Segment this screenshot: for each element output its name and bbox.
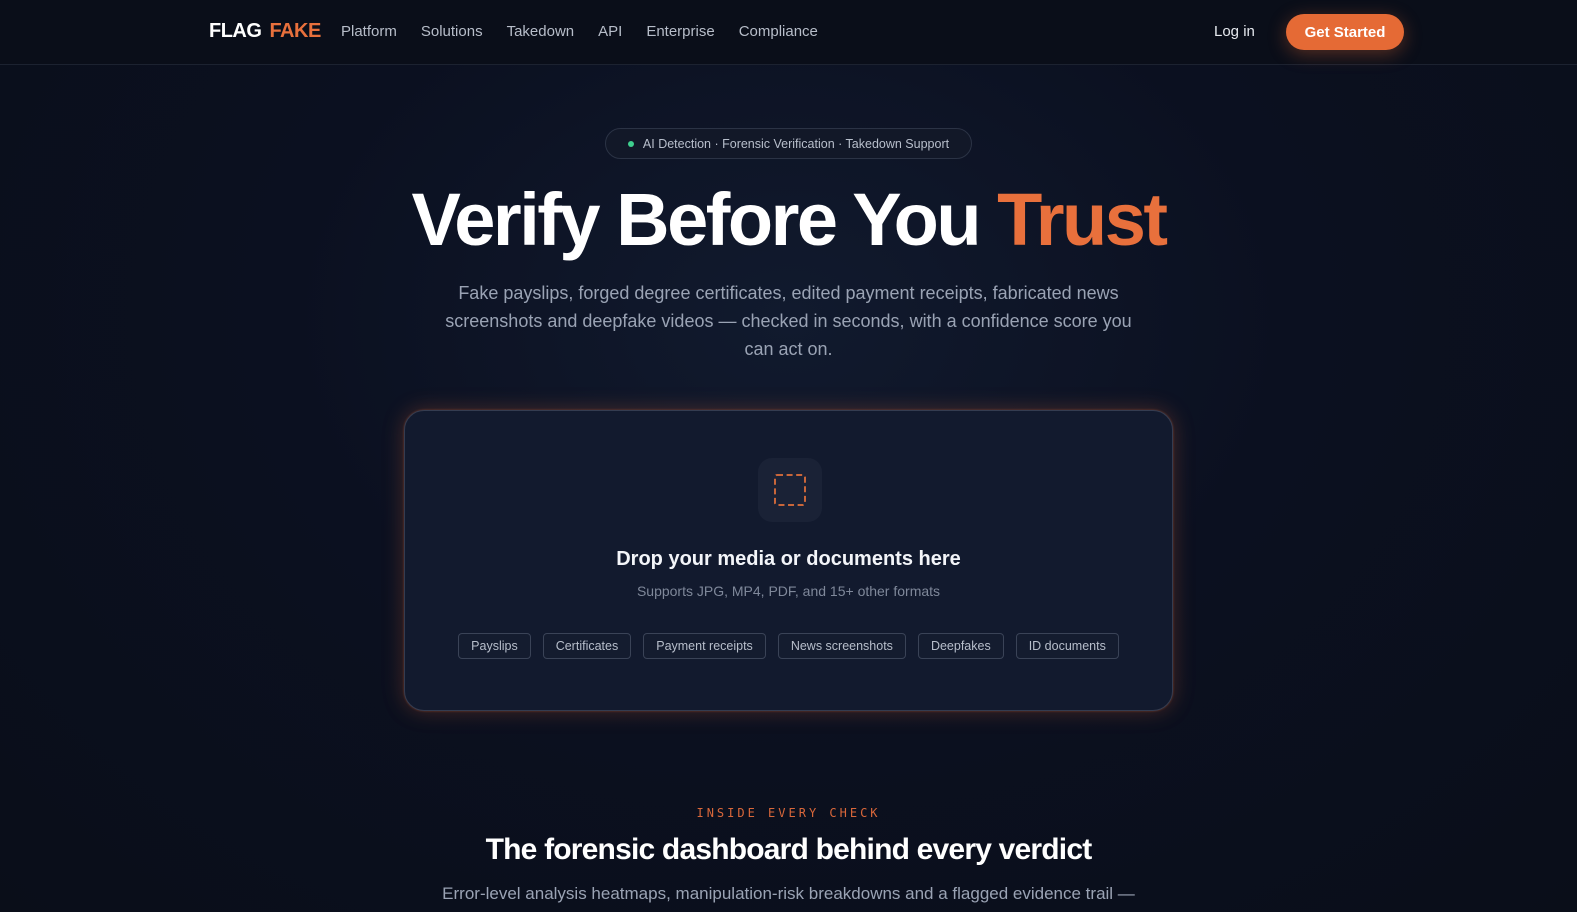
- upload-icon-container: [758, 458, 822, 522]
- document-type-chips: Payslips Certificates Payment receipts N…: [405, 633, 1172, 659]
- top-nav-bar: FLAG FAKE Platform Solutions Takedown API…: [0, 0, 1577, 65]
- hero-title-accent: Trust: [997, 178, 1168, 261]
- feature-pill: AI Detection · Forensic Verification · T…: [605, 128, 972, 159]
- section-eyebrow: INSIDE EVERY CHECK: [696, 806, 881, 820]
- dropzone-subtitle: Supports JPG, MP4, PDF, and 15+ other fo…: [636, 583, 941, 599]
- section-title: The forensic dashboard behind every verd…: [485, 833, 1093, 866]
- upload-dashed-square-icon: [774, 474, 806, 506]
- feature-pill-text: AI Detection · Forensic Verification · T…: [642, 136, 950, 151]
- logo-fake-text: FAKE: [269, 20, 321, 42]
- hero-subtitle: Fake payslips, forged degree certificate…: [445, 283, 1132, 359]
- status-dot-icon: [627, 140, 634, 147]
- get-started-button[interactable]: Get Started: [1286, 14, 1404, 50]
- chip-payslips[interactable]: Payslips: [458, 633, 531, 659]
- logo-flag-text: FLAG: [209, 20, 262, 42]
- chip-id-documents[interactable]: ID documents: [1015, 633, 1119, 659]
- hero-title-main: Verify Before You: [411, 178, 981, 261]
- dropzone-title: Drop your media or documents here: [616, 548, 961, 570]
- nav-compliance[interactable]: Compliance: [739, 23, 818, 40]
- nav-enterprise[interactable]: Enterprise: [646, 23, 714, 40]
- hero-title: Verify Before You Trust: [0, 178, 1577, 262]
- main-nav: Platform Solutions Takedown API Enterpri…: [341, 23, 842, 40]
- nav-api[interactable]: API: [598, 23, 622, 40]
- chip-news-screenshots[interactable]: News screenshots: [777, 633, 906, 659]
- nav-solutions[interactable]: Solutions: [421, 23, 483, 40]
- brand-logo[interactable]: FLAG FAKE: [209, 20, 321, 43]
- nav-platform[interactable]: Platform: [341, 23, 397, 40]
- chip-deepfakes[interactable]: Deepfakes: [917, 633, 1004, 659]
- file-dropzone[interactable]: Drop your media or documents here Suppor…: [404, 410, 1173, 711]
- chip-certificates[interactable]: Certificates: [542, 633, 632, 659]
- section-subtitle: Error-level analysis heatmaps, manipulat…: [442, 884, 1135, 903]
- chip-payment-receipts[interactable]: Payment receipts: [643, 633, 766, 659]
- nav-takedown[interactable]: Takedown: [507, 23, 575, 40]
- login-link[interactable]: Log in: [1214, 23, 1255, 40]
